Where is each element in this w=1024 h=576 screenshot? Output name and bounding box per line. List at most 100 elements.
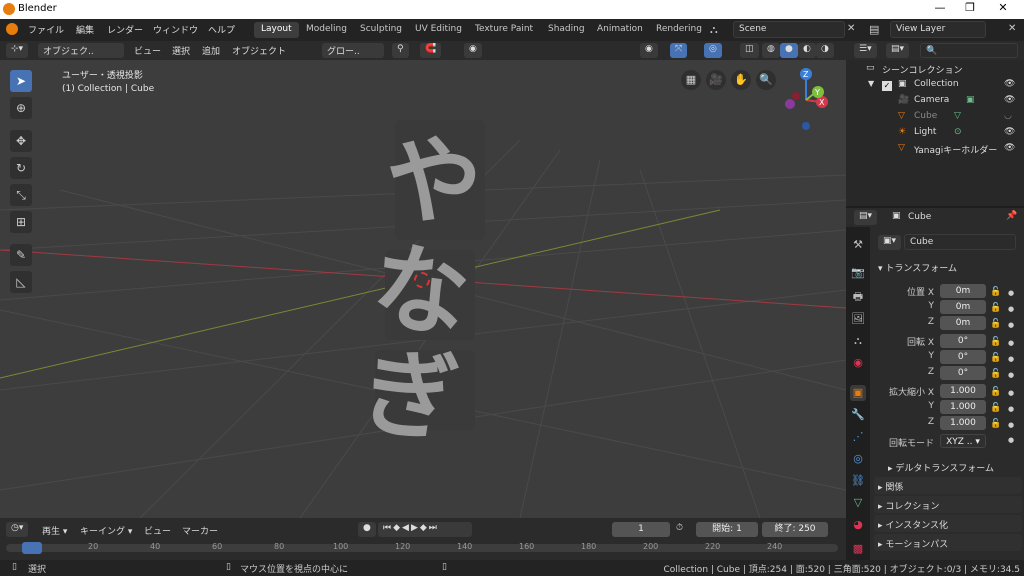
transform-tool-icon[interactable]: ⊞ [10, 211, 32, 233]
outliner-editor-icon[interactable]: ☰▾ [854, 43, 877, 58]
scene-close-icon[interactable]: ✕ [847, 23, 855, 34]
scale-x-field[interactable]: 1.000 [940, 384, 986, 398]
view-layer-tab-icon[interactable]: 🖼 [850, 311, 866, 327]
object-name-field[interactable]: Cube [904, 234, 1016, 250]
eye-icon[interactable]: 👁 [1004, 127, 1015, 137]
tab-animation[interactable]: Animation [590, 22, 650, 38]
grid-view-icon[interactable]: ▦ [681, 70, 701, 90]
menu-render[interactable]: レンダー [107, 23, 143, 36]
object-type-icon[interactable]: ▣▾ [878, 235, 902, 250]
instancing-section[interactable]: ▸ インスタンス化 [874, 515, 1022, 532]
shading-material-icon[interactable]: ◐ [798, 43, 816, 58]
measure-tool-icon[interactable]: ◺ [10, 271, 32, 293]
tab-sculpting[interactable]: Sculpting [353, 22, 409, 38]
motion-paths-section[interactable]: ▸ モーションパス [874, 534, 1022, 551]
object-tab-icon[interactable]: ▣ [850, 385, 866, 401]
menu-view[interactable]: ビュー [134, 44, 161, 57]
tab-rendering[interactable]: Rendering [649, 22, 709, 38]
particles-tab-icon[interactable]: ⋰ [850, 429, 866, 445]
orientation-selector[interactable]: グロー.. [322, 43, 384, 58]
pivot-icon[interactable]: ⚲ [392, 43, 409, 58]
zoom-view-icon[interactable]: 🔍 [756, 70, 776, 90]
eye-hidden-icon[interactable]: ◡ [1004, 111, 1012, 121]
menu-file[interactable]: ファイル [28, 23, 64, 36]
select-tool-icon[interactable]: ➤ [10, 70, 32, 92]
tab-uv-editing[interactable]: UV Editing [408, 22, 469, 38]
shading-solid-icon[interactable]: ● [780, 43, 798, 58]
relations-section[interactable]: ▸ 関係 [874, 477, 1022, 494]
gizmo-toggle-icon[interactable]: ⤧ [670, 43, 688, 58]
rotation-x-field[interactable]: 0° [940, 334, 986, 348]
menu-add[interactable]: 追加 [202, 44, 220, 57]
record-icon[interactable]: ● [358, 522, 376, 537]
scene-selector[interactable]: Scene [733, 21, 845, 38]
rotate-tool-icon[interactable]: ↻ [10, 157, 32, 179]
tool-tab-icon[interactable]: ⚒ [850, 237, 866, 253]
rotation-z-field[interactable]: 0° [940, 366, 986, 380]
location-z-field[interactable]: 0m [940, 316, 986, 330]
maximize-icon[interactable]: ❐ [955, 1, 985, 17]
snap-icon[interactable]: 🧲 [420, 43, 442, 58]
eye-icon[interactable]: 👁 [1004, 143, 1015, 153]
transform-section[interactable]: ▾ トランスフォーム [878, 261, 957, 274]
xray-icon[interactable]: ◫ [740, 43, 759, 58]
annotate-tool-icon[interactable]: ✎ [10, 244, 32, 266]
end-frame-field[interactable]: 終了: 250 [762, 522, 828, 537]
tab-modeling[interactable]: Modeling [299, 22, 354, 38]
outliner-row-light[interactable]: ☀ Light ⊙ 👁 [846, 127, 1024, 143]
camera-data-icon[interactable]: ▣ [966, 95, 975, 105]
eye-icon[interactable]: 👁 [1004, 95, 1015, 105]
scene-icon[interactable]: ⛬ [710, 23, 718, 37]
modifier-tab-icon[interactable]: 🔧 [850, 407, 866, 423]
camera-view-icon[interactable]: 🎥 [706, 70, 726, 90]
constraints-tab-icon[interactable]: ⛓ [850, 473, 866, 489]
location-y-field[interactable]: 0m [940, 300, 986, 314]
timeline-view-menu[interactable]: ビュー [144, 524, 171, 537]
physics-tab-icon[interactable]: ◎ [850, 451, 866, 467]
keying-menu[interactable]: キーイング ▾ [80, 524, 132, 537]
timeline-editor-icon[interactable]: ◷▾ [6, 522, 29, 537]
menu-help[interactable]: ヘルプ [208, 23, 235, 36]
menu-window[interactable]: ウィンドウ [153, 23, 198, 36]
output-tab-icon[interactable]: 🖶 [850, 289, 866, 305]
delta-transform-section[interactable]: ▸ デルタトランスフォーム [888, 461, 994, 474]
timeline-ruler[interactable]: 20 40 60 80 100 120 140 160 180 200 220 … [6, 542, 838, 554]
scale-z-field[interactable]: 1.000 [940, 416, 986, 430]
lock-icon[interactable]: 🔓 🔓 🔓 [990, 284, 1001, 332]
shading-wireframe-icon[interactable]: ◍ [762, 43, 780, 58]
scale-tool-icon[interactable]: ⤡ [10, 184, 32, 206]
display-mode-icon[interactable]: ▤▾ [886, 43, 910, 58]
tab-texture-paint[interactable]: Texture Paint [468, 22, 540, 38]
world-tab-icon[interactable]: ◉ [850, 355, 866, 371]
scene-tab-icon[interactable]: ⛬ [850, 333, 866, 349]
playback-controls[interactable]: ⏮◆◀▶◆⏭ [378, 522, 472, 537]
mode-selector[interactable]: オブジェク.. [38, 43, 124, 58]
keyframe-dot-icon[interactable]: ● ● ● [1008, 385, 1014, 433]
eye-icon[interactable]: 👁 [1004, 79, 1015, 89]
minimize-icon[interactable]: — [925, 1, 955, 17]
blender-menu-icon[interactable] [6, 23, 18, 35]
menu-object[interactable]: オブジェクト [232, 44, 286, 57]
pin-icon[interactable]: 📌 [1006, 211, 1017, 221]
playhead[interactable] [22, 542, 42, 554]
navigation-gizmo[interactable]: Z X Y [776, 66, 836, 136]
collections-section[interactable]: ▸ コレクション [874, 496, 1022, 513]
outliner-row-cube[interactable]: ▽ Cube ▽ ◡ [846, 111, 1024, 127]
scale-y-field[interactable]: 1.000 [940, 400, 986, 414]
light-data-icon[interactable]: ⊙ [954, 127, 962, 137]
outliner-row-collection[interactable]: ▼ ✓ ▣ Collection 👁 [846, 79, 1024, 95]
move-tool-icon[interactable]: ✥ [10, 130, 32, 152]
outliner-row-camera[interactable]: 🎥 Camera ▣ 👁 [846, 95, 1024, 111]
proportional-edit-icon[interactable]: ◉ [464, 43, 482, 58]
keyframe-dot-icon[interactable]: ● ● ● [1008, 335, 1014, 383]
3d-cursor[interactable] [414, 272, 430, 288]
view-layer-selector[interactable]: View Layer [890, 21, 986, 38]
scene-collection-row[interactable]: ▭ シーンコレクション [846, 63, 1024, 79]
current-frame-field[interactable]: 1 [612, 522, 670, 537]
lock-icon[interactable]: 🔓 🔓 🔓 [990, 384, 1001, 432]
view-layer-close-icon[interactable]: ✕ [1008, 23, 1016, 34]
rotation-mode-select[interactable]: XYZ .. ▾ [940, 434, 986, 448]
expand-icon[interactable]: ▼ [868, 79, 874, 88]
editor-type-icon[interactable]: ⊹▾ [6, 43, 29, 58]
properties-editor-icon[interactable]: ▤▾ [854, 210, 878, 225]
